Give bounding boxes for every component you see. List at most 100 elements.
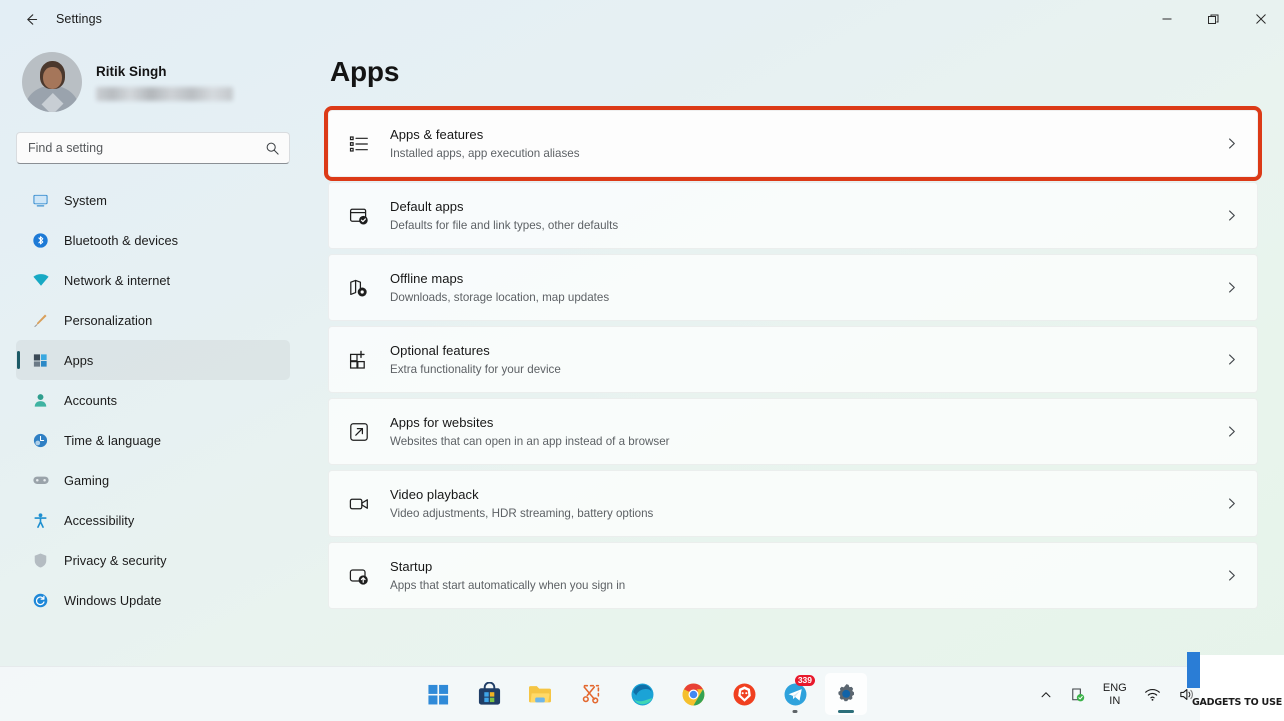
taskbar-brave-browser[interactable] (723, 673, 765, 715)
running-indicator (792, 710, 798, 713)
notification-badge: 339 (794, 675, 815, 687)
sidebar-item-label: System (64, 192, 107, 208)
close-button[interactable] (1237, 0, 1284, 38)
wifi-icon (1144, 688, 1160, 701)
refresh-circle-icon (31, 591, 50, 610)
store-bag-icon (478, 681, 500, 705)
settings-card-list: Apps & features Installed apps, app exec… (324, 106, 1262, 609)
page-title: Apps (330, 56, 400, 87)
card-offline-maps[interactable]: Offline maps Downloads, storage location… (328, 254, 1258, 321)
search-box[interactable] (16, 132, 290, 164)
taskbar-settings[interactable] (825, 673, 867, 715)
card-subtitle: Extra functionality for your device (390, 362, 561, 376)
taskbar-microsoft-edge[interactable] (621, 673, 663, 715)
window-body: Settings Ritik Singh Find a setting Syst… (0, 0, 1284, 666)
sidebar-item-network-internet[interactable]: Network & internet (16, 260, 290, 300)
map-pin-icon (347, 276, 371, 300)
sidebar-item-bluetooth-devices[interactable]: Bluetooth & devices (16, 220, 290, 260)
tray-security-icon-button[interactable] (1063, 676, 1092, 714)
card-title: Apps & features (390, 127, 484, 143)
maximize-restore-button[interactable] (1190, 0, 1237, 38)
tray-overflow-button[interactable] (1034, 676, 1058, 714)
startup-arrow-icon (347, 564, 371, 588)
sidebar-item-personalization[interactable]: Personalization (16, 300, 290, 340)
profile-email-redacted (96, 87, 233, 102)
wifi-icon (31, 271, 50, 290)
card-video-playback[interactable]: Video playback Video adjustments, HDR st… (328, 470, 1258, 537)
card-title: Video playback (390, 487, 479, 503)
card-subtitle: Installed apps, app execution aliases (390, 146, 580, 160)
profile-card[interactable]: Ritik Singh (16, 38, 290, 122)
taskbar-microsoft-store[interactable] (468, 673, 510, 715)
sidebar-item-label: Gaming (64, 472, 110, 488)
settings-window: Settings Ritik Singh Find a setting Syst… (0, 0, 1284, 721)
sidebar-item-gaming[interactable]: Gaming (16, 460, 290, 500)
external-link-icon (347, 420, 371, 444)
back-button[interactable] (14, 4, 48, 34)
window-title: Settings (56, 12, 102, 26)
sidebar-item-label: Windows Update (64, 592, 162, 608)
card-default-apps[interactable]: Default apps Defaults for file and link … (328, 182, 1258, 249)
tray-wifi-button[interactable] (1138, 676, 1167, 714)
search-input[interactable] (28, 141, 265, 155)
taskbar-snipping-tool[interactable] (570, 673, 612, 715)
person-icon (31, 391, 50, 410)
card-apps-and-features[interactable]: Apps & features Installed apps, app exec… (324, 106, 1262, 181)
taskbar-telegram[interactable]: 339 (774, 673, 816, 715)
clock-globe-icon (31, 431, 50, 450)
card-apps-for-websites[interactable]: Apps for websites Websites that can open… (328, 398, 1258, 465)
language-primary: ENG (1102, 682, 1127, 695)
taskbar: 339 ENG IN (0, 652, 1284, 721)
sidebar-item-system[interactable]: System (16, 180, 290, 220)
watermark-text: GADGETS TO USE (1191, 697, 1282, 708)
window-check-icon (347, 204, 371, 228)
restore-icon (1208, 14, 1219, 24)
chevron-right-icon (1223, 353, 1239, 366)
chevron-right-icon (1223, 209, 1239, 222)
content-area: Apps Apps & features Installed apps, app… (304, 38, 1284, 666)
chevron-right-icon (1223, 281, 1239, 294)
main-split: Ritik Singh Find a setting System Blueto… (0, 38, 1284, 666)
language-region: IN (1109, 694, 1121, 707)
monitor-icon (31, 191, 50, 210)
taskbar-file-explorer[interactable] (519, 673, 561, 715)
sidebar-item-label: Accounts (64, 392, 118, 408)
minimize-icon (1162, 18, 1171, 20)
chevron-up-icon (1041, 691, 1051, 697)
minimize-button[interactable] (1143, 0, 1190, 38)
card-title: Apps for websites (390, 415, 494, 431)
arrow-left-icon (26, 13, 37, 25)
sidebar-item-label: Bluetooth & devices (64, 232, 179, 248)
sidebar-item-time-language[interactable]: Time & language (16, 420, 290, 460)
sidebar-item-label: Network & internet (64, 272, 171, 288)
chevron-right-icon (1223, 137, 1239, 150)
profile-name: Ritik Singh (96, 63, 167, 79)
avatar (22, 52, 82, 112)
sidebar-item-accessibility[interactable]: Accessibility (16, 500, 290, 540)
card-subtitle: Downloads, storage location, map updates (390, 290, 610, 304)
shield-check-icon (1072, 688, 1085, 702)
accessibility-person-icon (31, 511, 50, 530)
edge-icon (631, 683, 653, 705)
tray-language-button[interactable]: ENG IN (1097, 676, 1133, 714)
taskbar-start-button[interactable] (417, 673, 459, 715)
blue-overlay-bar (1187, 652, 1200, 688)
chrome-icon (682, 683, 704, 705)
taskbar-google-chrome[interactable] (672, 673, 714, 715)
card-startup[interactable]: Startup Apps that start automatically wh… (328, 542, 1258, 609)
card-optional-features[interactable]: Optional features Extra functionality fo… (328, 326, 1258, 393)
video-camera-icon (347, 492, 371, 516)
sidebar-item-accounts[interactable]: Accounts (16, 380, 290, 420)
sidebar-item-windows-update[interactable]: Windows Update (16, 580, 290, 620)
sidebar-item-privacy-security[interactable]: Privacy & security (16, 540, 290, 580)
sidebar-item-label: Privacy & security (64, 552, 167, 568)
watermark-overlay: GADGETS TO USE (1192, 655, 1284, 721)
card-subtitle: Defaults for file and link types, other … (390, 218, 619, 232)
sidebar-item-label: Personalization (64, 312, 153, 328)
chevron-right-icon (1223, 497, 1239, 510)
search-icon (266, 142, 279, 155)
sidebar-item-apps[interactable]: Apps (16, 340, 290, 380)
card-title: Optional features (390, 343, 490, 359)
sidebar-item-label: Time & language (64, 432, 162, 448)
close-icon (1255, 14, 1266, 24)
